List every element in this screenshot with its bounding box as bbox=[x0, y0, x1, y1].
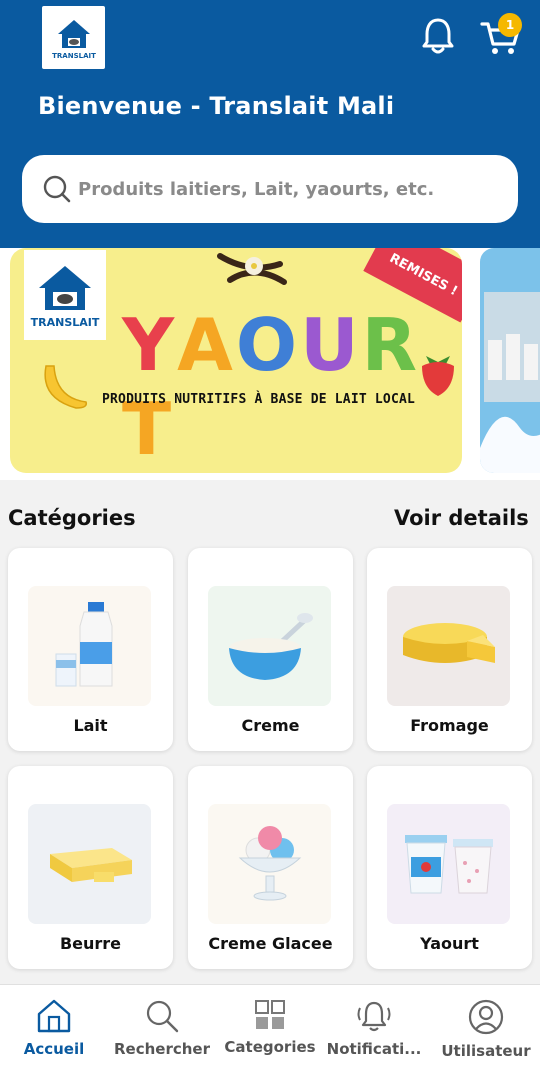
category-card-lait[interactable]: Lait bbox=[8, 548, 173, 751]
cream-bowl-icon bbox=[208, 586, 331, 706]
nav-categories[interactable]: Categories bbox=[218, 985, 322, 1066]
search-icon bbox=[43, 175, 71, 203]
category-card-creme-glacee[interactable]: Creme Glacee bbox=[188, 766, 353, 969]
brand-logo[interactable]: TRANSLAIT bbox=[42, 6, 105, 69]
butter-icon bbox=[28, 804, 151, 924]
user-icon bbox=[468, 999, 504, 1035]
category-card-fromage[interactable]: Fromage bbox=[367, 548, 532, 751]
bottom-navigation: Accueil Rechercher Categories Notificati… bbox=[0, 984, 540, 1066]
banner-logo: TRANSLAIT bbox=[24, 250, 106, 340]
nav-notifications[interactable]: Notificati... bbox=[322, 985, 426, 1066]
cheese-icon bbox=[387, 586, 510, 706]
milk-bottle-icon bbox=[28, 586, 151, 706]
svg-text:TRANSLAIT: TRANSLAIT bbox=[52, 52, 96, 60]
home-icon bbox=[37, 999, 71, 1033]
nav-rechercher[interactable]: Rechercher bbox=[110, 985, 214, 1066]
search-icon bbox=[146, 1000, 179, 1033]
category-card-yaourt[interactable]: Yaourt bbox=[367, 766, 532, 969]
ice-cream-icon bbox=[208, 804, 331, 924]
banner-slide-lait[interactable] bbox=[480, 248, 540, 473]
cart-count-badge: 1 bbox=[498, 13, 522, 37]
banana-icon bbox=[44, 365, 88, 409]
banner-subtitle: PRODUITS NUTRITIFS À BASE DE LAIT LOCAL bbox=[102, 392, 416, 407]
translait-logo-icon: TRANSLAIT bbox=[31, 266, 100, 329]
voir-details-link[interactable]: Voir details bbox=[394, 506, 529, 530]
strawberry-icon bbox=[422, 356, 454, 396]
grid-icon bbox=[255, 1000, 285, 1029]
categories-title: Catégories bbox=[8, 506, 136, 530]
category-card-beurre[interactable]: Beurre bbox=[8, 766, 173, 969]
milk-splash-image bbox=[480, 292, 540, 473]
bell-ring-icon bbox=[357, 1001, 391, 1032]
nav-utilisateur[interactable]: Utilisateur bbox=[434, 985, 538, 1066]
category-card-creme[interactable]: Creme bbox=[188, 548, 353, 751]
welcome-title: Bienvenue - Translait Mali bbox=[38, 92, 395, 120]
search-bar[interactable] bbox=[22, 155, 518, 223]
vanilla-flower-icon bbox=[217, 253, 287, 285]
banner-title: YAOURT bbox=[122, 303, 421, 471]
app-header: TRANSLAIT 1 Bienvenue - Translait Mali bbox=[0, 0, 540, 248]
bell-icon[interactable] bbox=[420, 16, 456, 56]
yogurt-cup-icon bbox=[387, 804, 510, 924]
search-input[interactable] bbox=[78, 178, 498, 200]
translait-logo-icon: TRANSLAIT bbox=[52, 19, 96, 60]
nav-accueil[interactable]: Accueil bbox=[14, 985, 94, 1066]
svg-text:TRANSLAIT: TRANSLAIT bbox=[31, 316, 100, 329]
banner-slide-yaourt[interactable]: TRANSLAIT REMISES ! YAOURT PRODUITS NUTR… bbox=[10, 248, 462, 473]
